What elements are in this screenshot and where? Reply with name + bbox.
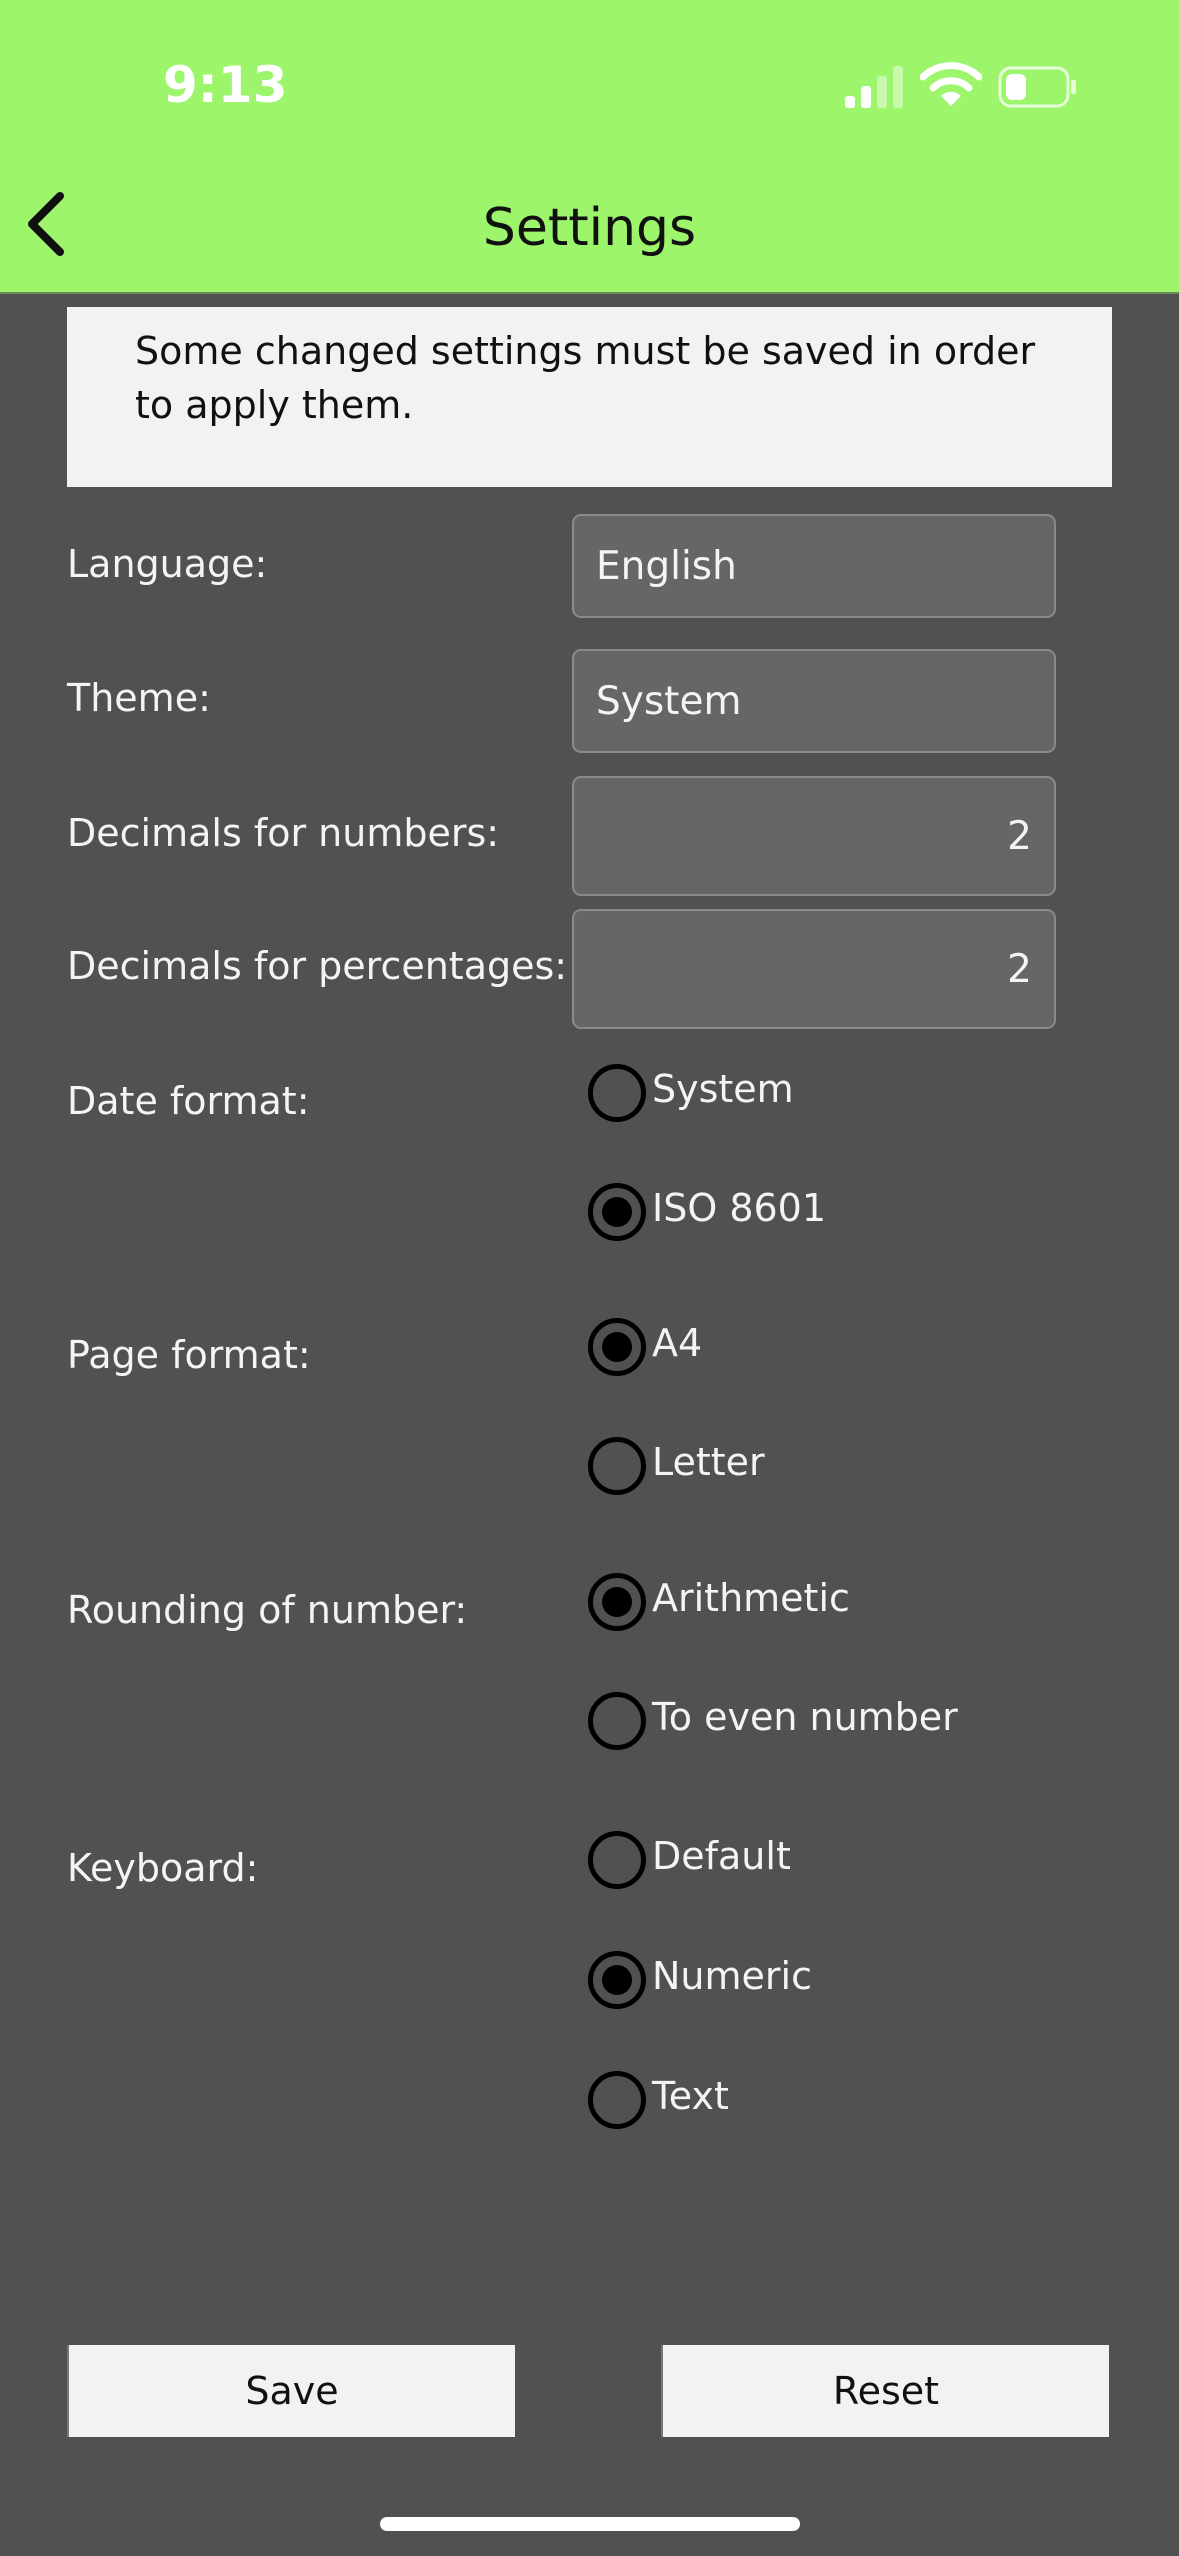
decimals-percentages-input[interactable]: 2 <box>572 909 1056 1029</box>
radio-unselected-icon <box>588 1831 646 1889</box>
radio-selected-icon <box>588 1183 646 1241</box>
decimals-percentages-value: 2 <box>1007 946 1032 992</box>
keyboard-option-numeric[interactable]: Numeric <box>588 1947 812 2013</box>
keyboard-option-default[interactable]: Default <box>588 1827 791 1893</box>
radio-selected-icon <box>588 1951 646 2009</box>
notice-panel: Some changed settings must be saved in o… <box>67 307 1112 487</box>
language-label: Language: <box>67 542 268 586</box>
decimals-percentages-label: Decimals for percentages: <box>67 944 568 988</box>
decimals-numbers-label: Decimals for numbers: <box>67 811 500 855</box>
cellular-signal-icon <box>845 66 903 108</box>
keyboard-option-text[interactable]: Text <box>588 2067 729 2133</box>
language-picker[interactable]: English <box>572 514 1056 618</box>
page-format-option-a4[interactable]: A4 <box>588 1314 702 1380</box>
language-value: English <box>596 543 737 589</box>
theme-value: System <box>596 678 742 724</box>
radio-label: System <box>652 1067 794 1111</box>
rounding-option-arithmetic[interactable]: Arithmetic <box>588 1569 850 1635</box>
header-divider <box>0 292 1179 294</box>
radio-label: Arithmetic <box>652 1576 850 1620</box>
radio-label: Default <box>652 1834 791 1878</box>
decimals-numbers-value: 2 <box>1007 813 1032 859</box>
notice-text: Some changed settings must be saved in o… <box>135 329 1036 427</box>
date-format-option-iso-8601[interactable]: ISO 8601 <box>588 1179 826 1245</box>
radio-unselected-icon <box>588 1692 646 1750</box>
radio-label: Text <box>652 2074 729 2118</box>
battery-icon <box>998 66 1076 108</box>
date-format-label: Date format: <box>67 1079 310 1123</box>
radio-selected-icon <box>588 1318 646 1376</box>
wifi-icon <box>920 62 982 106</box>
radio-label: Numeric <box>652 1954 812 1998</box>
page-format-label: Page format: <box>67 1333 311 1377</box>
radio-label: Letter <box>652 1440 765 1484</box>
radio-label: A4 <box>652 1321 703 1365</box>
radio-selected-icon <box>588 1573 646 1631</box>
page-title: Settings <box>482 198 697 258</box>
status-time: 9:13 <box>163 56 288 114</box>
save-button[interactable]: Save <box>67 2345 515 2437</box>
radio-label: ISO 8601 <box>652 1186 827 1230</box>
reset-button[interactable]: Reset <box>661 2345 1109 2437</box>
radio-unselected-icon <box>588 1064 646 1122</box>
date-format-option-system[interactable]: System <box>588 1060 794 1126</box>
page-format-option-letter[interactable]: Letter <box>588 1433 765 1499</box>
theme-label: Theme: <box>67 676 211 720</box>
keyboard-label: Keyboard: <box>67 1846 259 1890</box>
radio-unselected-icon <box>588 2071 646 2129</box>
rounding-label: Rounding of number: <box>67 1588 468 1632</box>
rounding-option-to-even-number[interactable]: To even number <box>588 1688 958 1754</box>
theme-picker[interactable]: System <box>572 649 1056 753</box>
radio-label: To even number <box>652 1695 958 1739</box>
decimals-numbers-input[interactable]: 2 <box>572 776 1056 896</box>
home-indicator <box>380 2517 800 2531</box>
radio-unselected-icon <box>588 1437 646 1495</box>
